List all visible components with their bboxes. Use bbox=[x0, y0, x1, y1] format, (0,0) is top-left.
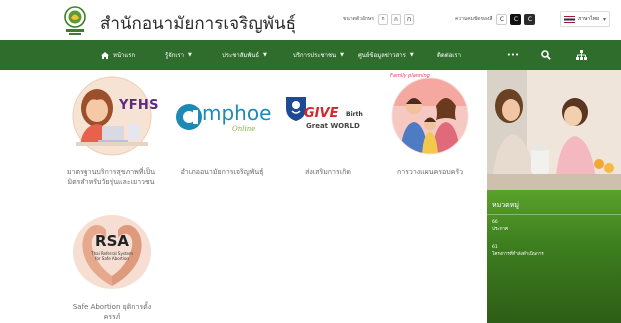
card-rsa[interactable]: RSA Thai Referral System for Safe Aborti… bbox=[62, 214, 162, 323]
language-value: ภาษาไทย bbox=[578, 16, 599, 22]
card-caption-line-1: ส่งเสริมการเกิด bbox=[305, 168, 351, 176]
yfhs-logo-text: YFHS bbox=[119, 98, 159, 113]
font-size-controls: ขนาดตัวอักษร ก ก ก bbox=[343, 11, 417, 27]
contrast-dark-button[interactable]: C bbox=[510, 13, 522, 25]
card-caption-line-1: อำเภออนามัยการเจริญพันธุ์ bbox=[180, 168, 264, 176]
panel-divider bbox=[487, 214, 621, 215]
card-caption-line-2: ครรภ์ bbox=[103, 313, 121, 321]
nav-item-label: หน้าแรก bbox=[113, 52, 136, 59]
nav-item-label: ติดต่อเรา bbox=[437, 52, 461, 59]
give-logo-text: GIVE bbox=[304, 106, 339, 121]
sitemap-button[interactable] bbox=[573, 40, 589, 70]
nav-item-about[interactable]: รู้จักเรา ▼ bbox=[165, 40, 192, 70]
nav-item-label: บริการประชาชน bbox=[293, 52, 337, 59]
chevron-down-icon: ▼ bbox=[409, 52, 414, 58]
chevron-down-icon: ▼ bbox=[340, 52, 344, 58]
give-birth-logo: GIVE Birth Great WORLD bbox=[284, 94, 374, 144]
search-button[interactable] bbox=[538, 40, 554, 70]
panel-title: หมวดหมู่ bbox=[492, 201, 519, 209]
family-planning-logo bbox=[390, 76, 470, 156]
font-size-medium-button[interactable]: ก bbox=[390, 13, 401, 25]
card-caption-line-1: มาตรฐานบริการสุขภาพที่เป็น bbox=[66, 168, 155, 176]
nav-item-label: ศูนย์ข้อมูลข่าวสาร bbox=[358, 52, 406, 59]
nav-item-home[interactable]: หน้าแรก bbox=[101, 40, 135, 70]
nav-item-public-relations[interactable]: ประชาสัมพันธ์ ▼ bbox=[222, 40, 267, 70]
amphoe-logo-sub: Online bbox=[232, 125, 256, 133]
amphoe-a-icon bbox=[176, 104, 202, 130]
sidebar-hero-image[interactable] bbox=[487, 70, 621, 190]
family-planning-logo-text: Family planning bbox=[390, 73, 430, 79]
more-menu-button[interactable]: ••• bbox=[503, 40, 523, 70]
news-item-link[interactable]: โครงการที่กำลังดำเนินการ bbox=[492, 251, 544, 258]
contrast-label: ความคมชัดของสี bbox=[455, 16, 493, 22]
font-size-small-button[interactable]: ก bbox=[377, 13, 388, 25]
sidebar-category-panel: หมวดหมู่ 66 ประกาศ 61 โครงการที่กำลังดำเ… bbox=[487, 190, 621, 323]
card-family-planning[interactable]: Family planning การวางแผนครอบครัว bbox=[380, 73, 480, 186]
font-size-label: ขนาดตัวอักษร bbox=[343, 16, 374, 22]
chevron-down-icon: ▾ bbox=[602, 15, 606, 23]
thai-flag-icon bbox=[564, 15, 575, 23]
site-header: สำนักอนามัยการเจริญพันธุ์ ขนาดตัวอักษร ก… bbox=[0, 0, 621, 40]
card-caption-line-1: Safe Abortion ยุติการตั้ง bbox=[72, 303, 152, 311]
nav-item-public-services[interactable]: บริการประชาชน ▼ bbox=[293, 40, 344, 70]
language-select[interactable]: ภาษาไทย ▾ bbox=[560, 11, 610, 27]
yfhs-logo bbox=[72, 76, 152, 156]
rsa-logo-sub: Thai Referral System for Safe Abortion bbox=[91, 251, 133, 261]
amphoe-logo-text: mphoe bbox=[202, 101, 272, 125]
birth-logo-text: Birth bbox=[346, 111, 363, 118]
chevron-down-icon: ▼ bbox=[263, 52, 267, 58]
chevron-down-icon: ▼ bbox=[188, 52, 192, 58]
site-title: สำนักอนามัยการเจริญพันธุ์ bbox=[100, 14, 296, 34]
card-amphoe[interactable]: mphoe Online อำเภออนามัยการเจริญพันธุ์ bbox=[172, 76, 272, 186]
card-caption-line-1: การวางแผนครอบครัว bbox=[396, 168, 464, 176]
news-item-number: 66 bbox=[492, 220, 498, 225]
site-logo[interactable] bbox=[63, 6, 87, 36]
rsa-logo-text: RSA bbox=[95, 232, 129, 250]
font-size-large-button[interactable]: ก bbox=[403, 13, 414, 25]
contrast-controls: ความคมชัดของสี C C C bbox=[455, 11, 538, 27]
main-nav: หน้าแรก รู้จักเรา ▼ ประชาสัมพันธ์ ▼ บริก… bbox=[0, 40, 621, 70]
amphoe-logo: mphoe Online bbox=[174, 99, 272, 137]
card-give-birth[interactable]: GIVE Birth Great WORLD ส่งเสริมการเกิด bbox=[282, 76, 374, 186]
contrast-high-button[interactable]: C bbox=[524, 13, 536, 25]
news-item-number: 61 bbox=[492, 245, 498, 250]
news-item-link[interactable]: ประกาศ bbox=[492, 226, 508, 233]
nav-item-information-center[interactable]: ศูนย์ข้อมูลข่าวสาร ▼ bbox=[358, 40, 414, 70]
sidebar: หมวดหมู่ 66 ประกาศ 61 โครงการที่กำลังดำเ… bbox=[487, 70, 621, 323]
contrast-normal-button[interactable]: C bbox=[496, 13, 508, 25]
great-world-logo-text: Great WORLD bbox=[306, 122, 360, 130]
nav-item-label: ประชาสัมพันธ์ bbox=[222, 52, 260, 59]
card-yfhs[interactable]: YFHS มาตรฐานบริการสุขภาพที่เป็น มิตรสำหร… bbox=[55, 76, 167, 186]
nav-item-contact[interactable]: ติดต่อเรา bbox=[437, 40, 461, 70]
home-icon bbox=[101, 51, 109, 59]
nav-item-label: รู้จักเรา bbox=[165, 52, 185, 59]
sitemap-icon bbox=[575, 50, 587, 60]
search-icon bbox=[541, 50, 551, 60]
card-caption-line-2: มิตรสำหรับวัยรุ่นและเยาวชน bbox=[67, 178, 155, 186]
